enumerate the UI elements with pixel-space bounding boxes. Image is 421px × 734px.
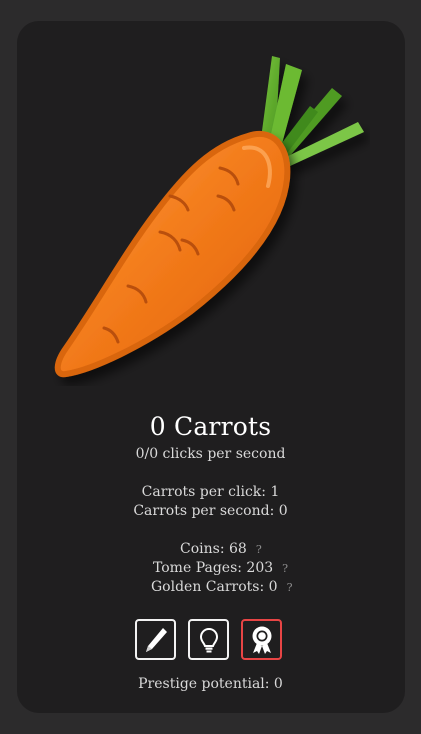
coins-help-icon[interactable]: ? — [256, 543, 262, 556]
prestige-potential: Prestige potential: 0 — [138, 676, 283, 692]
golden-carrots-help-icon[interactable]: ? — [287, 581, 293, 594]
tome-pages-row: Tome Pages: 203? — [153, 560, 288, 576]
pencil-button[interactable] — [135, 619, 176, 660]
lightbulb-icon — [199, 627, 218, 652]
tome-pages-label: Tome Pages: 203 — [153, 560, 274, 576]
lightbulb-button[interactable] — [188, 619, 229, 660]
carrot-icon — [54, 56, 364, 378]
carrots-per-second: Carrots per second: 0 — [133, 503, 288, 519]
pencil-icon — [145, 627, 167, 652]
carrot-click-target[interactable] — [40, 36, 370, 386]
award-ribbon-icon — [252, 626, 271, 654]
carrot-count: 0 Carrots — [149, 412, 272, 441]
golden-carrots-label: Golden Carrots: 0 — [151, 579, 278, 595]
coins-row: Coins: 68? — [180, 541, 262, 557]
golden-carrots-row: Golden Carrots: 0? — [151, 579, 292, 595]
prestige-button[interactable] — [241, 619, 282, 660]
carrots-per-click: Carrots per click: 1 — [141, 484, 280, 500]
clicks-per-second: 0/0 clicks per second — [135, 446, 286, 462]
tome-pages-help-icon[interactable]: ? — [282, 562, 288, 575]
coins-label: Coins: 68 — [180, 541, 247, 557]
